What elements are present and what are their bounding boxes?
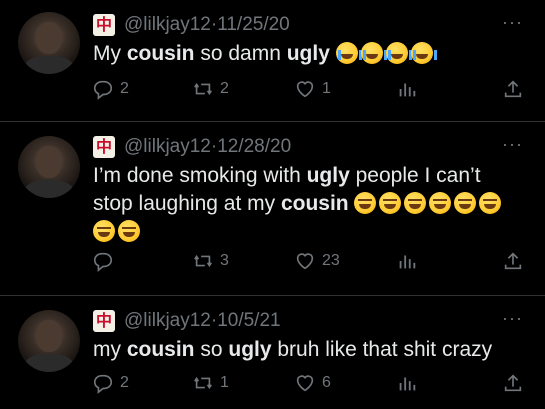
reply-count: 2 xyxy=(120,374,129,391)
like-count: 1 xyxy=(322,80,331,97)
like-count: 6 xyxy=(322,374,331,391)
loudly-crying-face-icon xyxy=(385,42,412,64)
reply-button[interactable]: 2 xyxy=(92,78,129,100)
reply-icon xyxy=(93,80,113,100)
tweet-text: I’m done smoking with ugly people I can’… xyxy=(93,162,523,246)
views-button[interactable] xyxy=(396,372,424,394)
face-with-tears-of-joy-icon xyxy=(479,192,502,214)
retweet-count: 1 xyxy=(220,374,229,391)
share-icon xyxy=(504,374,522,392)
text-segment: My xyxy=(93,42,127,65)
reply-icon xyxy=(93,252,113,272)
face-with-tears-of-joy-icon xyxy=(454,192,477,214)
like-count: 23 xyxy=(322,252,340,269)
more-icon[interactable]: ··· xyxy=(502,12,523,33)
tweet-actions: 3 23 xyxy=(0,250,545,278)
text-segment: so xyxy=(194,338,229,361)
user-handle[interactable]: @lilkjay12 xyxy=(124,310,211,331)
like-icon xyxy=(296,81,314,98)
text-segment: my xyxy=(93,338,127,361)
retweet-button[interactable]: 3 xyxy=(192,250,229,272)
avatar[interactable] xyxy=(18,310,80,372)
mahjong-badge-icon: 中 xyxy=(93,310,115,332)
highlighted-keyword: ugly xyxy=(228,338,272,361)
face-with-tears-of-joy-icon xyxy=(118,220,140,242)
text-segment: I’m done smoking with xyxy=(93,164,307,187)
highlighted-keyword: cousin xyxy=(126,338,195,361)
highlighted-keyword: cousin xyxy=(280,192,349,215)
tweet-date[interactable]: 11/25/20 xyxy=(217,14,290,35)
share-icon xyxy=(504,80,522,98)
retweet-icon xyxy=(194,254,212,268)
like-icon xyxy=(296,253,314,270)
tweet-date[interactable]: 10/5/21 xyxy=(217,310,280,331)
retweet-icon xyxy=(194,82,212,96)
loudly-crying-face-icon xyxy=(360,42,387,64)
face-with-tears-of-joy-icon xyxy=(429,192,452,214)
more-icon[interactable]: ··· xyxy=(502,308,523,329)
share-button[interactable] xyxy=(502,372,530,394)
views-icon xyxy=(399,83,416,97)
retweet-button[interactable]: 1 xyxy=(192,372,229,394)
reply-button[interactable] xyxy=(92,250,120,272)
like-button[interactable]: 1 xyxy=(294,78,331,100)
avatar[interactable] xyxy=(18,12,80,74)
like-button[interactable]: 6 xyxy=(294,372,331,394)
face-with-tears-of-joy-icon xyxy=(379,192,402,214)
tweet-meta: @lilkjay12·10/5/21 xyxy=(124,310,281,332)
text-segment: so damn xyxy=(194,42,287,65)
loudly-crying-face-icon xyxy=(335,42,362,64)
more-icon[interactable]: ··· xyxy=(502,134,523,155)
mahjong-badge-icon: 中 xyxy=(93,136,115,158)
share-button[interactable] xyxy=(502,78,530,100)
tweet-meta: @lilkjay12·11/25/20 xyxy=(124,14,290,36)
highlighted-keyword: ugly xyxy=(306,164,350,187)
user-handle[interactable]: @lilkjay12 xyxy=(124,14,211,35)
tweet-date[interactable]: 12/28/20 xyxy=(217,136,291,157)
tweet[interactable]: 中 @lilkjay12·11/25/20 ··· My cousin so d… xyxy=(0,0,545,120)
retweet-icon xyxy=(194,376,212,390)
views-icon xyxy=(399,255,416,269)
tweet[interactable]: 中 @lilkjay12·12/28/20 ··· I’m done smoki… xyxy=(0,122,545,294)
views-button[interactable] xyxy=(396,78,424,100)
text-segment: bruh like that shit crazy xyxy=(271,338,493,361)
retweet-count: 3 xyxy=(220,252,229,269)
highlighted-keyword: ugly xyxy=(286,42,330,65)
retweet-count: 2 xyxy=(220,80,229,97)
user-handle[interactable]: @lilkjay12 xyxy=(124,136,211,157)
tweet-actions: 2 2 1 xyxy=(0,78,545,106)
reply-count: 2 xyxy=(120,80,129,97)
face-with-tears-of-joy-icon xyxy=(404,192,427,214)
face-with-tears-of-joy-icon xyxy=(93,220,115,242)
share-icon xyxy=(504,252,522,270)
views-button[interactable] xyxy=(396,250,424,272)
face-with-tears-of-joy-icon xyxy=(354,192,377,214)
text-segment xyxy=(330,42,336,65)
like-button[interactable]: 23 xyxy=(294,250,340,272)
reply-button[interactable]: 2 xyxy=(92,372,129,394)
mahjong-badge-icon: 中 xyxy=(93,14,115,36)
avatar[interactable] xyxy=(18,136,80,198)
loudly-crying-face-icon xyxy=(410,42,437,64)
tweet-text: My cousin so damn ugly xyxy=(93,40,523,68)
views-icon xyxy=(399,377,416,391)
like-icon xyxy=(296,375,314,392)
highlighted-keyword: cousin xyxy=(126,42,195,65)
tweet-actions: 2 1 6 xyxy=(0,372,545,400)
share-button[interactable] xyxy=(502,250,530,272)
tweet[interactable]: 中 @lilkjay12·10/5/21 ··· my cousin so ug… xyxy=(0,296,545,409)
reply-icon xyxy=(93,374,113,394)
tweet-text: my cousin so ugly bruh like that shit cr… xyxy=(93,336,523,364)
tweet-meta: @lilkjay12·12/28/20 xyxy=(124,136,291,158)
retweet-button[interactable]: 2 xyxy=(192,78,229,100)
